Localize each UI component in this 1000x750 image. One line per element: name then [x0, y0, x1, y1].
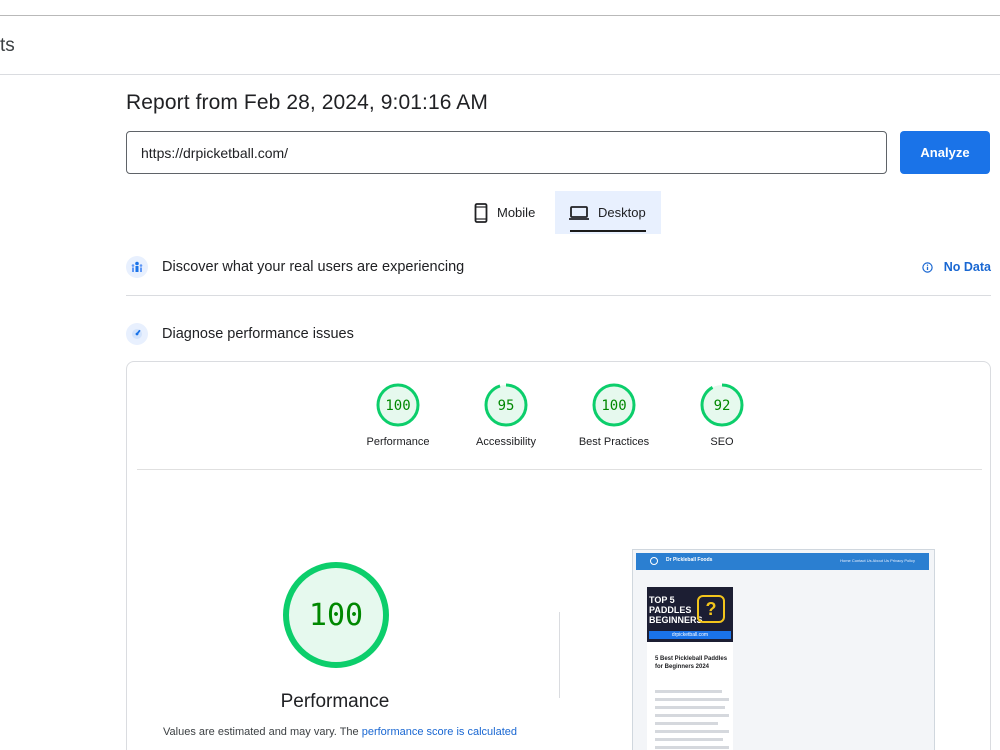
no-data-status[interactable]: No Data	[922, 260, 991, 274]
gauge-ring: 92	[700, 383, 744, 427]
header-title: ts	[0, 35, 15, 56]
preview-text-lines	[655, 690, 729, 750]
preview-hero-caption: drpicketball.com	[649, 631, 731, 639]
gauge-performance[interactable]: 100 Performance	[343, 382, 453, 448]
gauge-best-practices[interactable]: 100 Best Practices	[559, 382, 669, 448]
tab-desktop-label: Desktop	[598, 205, 646, 220]
diagnose-section: Diagnose performance issues	[126, 319, 991, 349]
gauge-score: 100	[385, 398, 410, 414]
question-mark-icon: ?	[697, 595, 725, 623]
app-header: ts	[0, 16, 1000, 75]
gauge-label: Best Practices	[578, 436, 650, 448]
people-icon	[126, 256, 148, 278]
vertical-separator	[559, 612, 560, 698]
card-divider	[137, 469, 982, 470]
preview-hero-text: TOP 5 PADDLES BEGINNERS	[649, 595, 703, 625]
speedometer-icon	[126, 323, 148, 345]
performance-disclaimer: Values are estimated and may vary. The p…	[163, 726, 517, 738]
real-users-section: Discover what your real users are experi…	[126, 252, 991, 282]
preview-hero-image: TOP 5 PADDLES BEGINNERS ? drpicketball.c…	[647, 587, 733, 642]
gauge-label: SEO	[710, 436, 734, 448]
gauge-ring: 95	[484, 383, 528, 427]
gauge-seo[interactable]: 92 SEO	[667, 382, 777, 448]
gauge-score: 95	[498, 398, 515, 414]
tab-mobile[interactable]: Mobile	[466, 191, 554, 234]
performance-big-score: 100	[309, 598, 363, 633]
score-gauges: 100 Performance 95 Accessibility 100 Bes…	[127, 362, 990, 469]
real-users-label: Discover what your real users are experi…	[162, 259, 465, 275]
gauge-ring: 100	[376, 383, 420, 427]
preview-post-title: 5 Best Pickleball Paddles for Beginners …	[655, 656, 728, 670]
diagnose-label: Diagnose performance issues	[162, 326, 354, 342]
gauge-accessibility[interactable]: 95 Accessibility	[451, 382, 561, 448]
gauge-score: 92	[714, 398, 731, 414]
preview-site-name: Dr Pickleball Foods	[666, 557, 713, 563]
gauge-label: Performance	[366, 436, 430, 448]
gauge-ring: 100	[592, 383, 636, 427]
gauge-score: 100	[601, 398, 626, 414]
smartphone-icon	[474, 202, 488, 223]
gauge-label: Accessibility	[476, 436, 536, 448]
section-divider	[126, 295, 991, 296]
tab-selected-indicator	[570, 230, 646, 232]
url-input[interactable]	[126, 131, 887, 174]
performance-big-gauge: 100	[283, 562, 389, 668]
page-screenshot-preview: Dr Pickleball Foods Home Contact Us Abou…	[632, 549, 935, 750]
preview-navbar: Dr Pickleball Foods Home Contact Us Abou…	[636, 553, 929, 570]
laptop-icon	[569, 205, 589, 220]
preview-post-card: TOP 5 PADDLES BEGINNERS ? drpicketball.c…	[647, 587, 733, 750]
performance-big-label: Performance	[280, 691, 390, 712]
diagnostics-card: 100 Performance 95 Accessibility 100 Bes…	[126, 361, 991, 750]
analyze-button[interactable]: Analyze	[900, 131, 990, 174]
tab-desktop[interactable]: Desktop	[555, 191, 661, 234]
tab-mobile-label: Mobile	[497, 205, 536, 220]
score-calculation-link[interactable]: performance score is calculated	[362, 726, 517, 738]
preview-logo-icon	[650, 557, 658, 565]
report-title: Report from Feb 28, 2024, 9:01:16 AM	[126, 91, 488, 114]
preview-nav-links: Home Contact Us About Us Privacy Policy	[840, 558, 915, 563]
no-data-label: No Data	[943, 260, 991, 274]
info-icon	[922, 261, 933, 273]
disclaimer-text: Values are estimated and may vary. The	[163, 726, 362, 738]
